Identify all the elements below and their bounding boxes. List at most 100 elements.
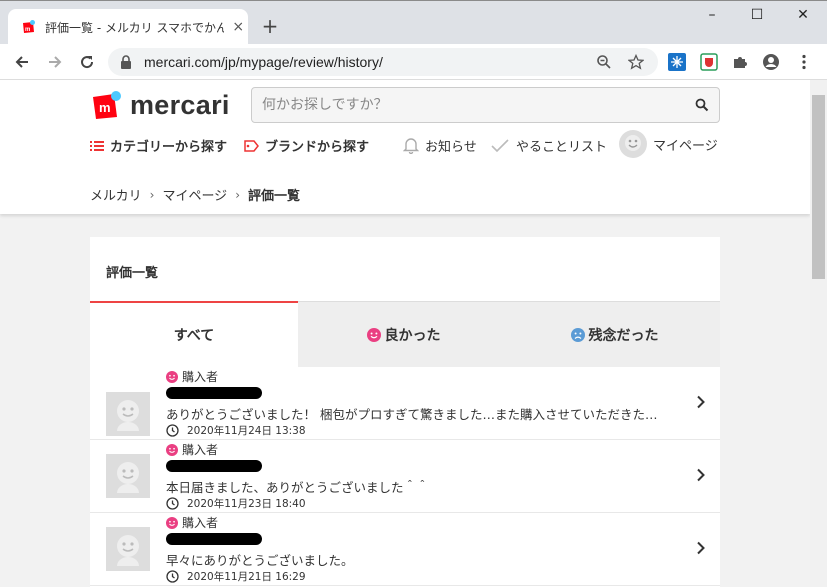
search-box[interactable] [251,87,720,123]
breadcrumb: メルカリ › マイページ › 評価一覧 [90,185,301,205]
notifications-label: お知らせ [425,140,477,155]
list-icon [90,140,104,152]
todo-link[interactable]: やることリスト [490,136,607,155]
tab-bad-label: 残念だった [588,327,659,344]
default-avatar-icon [117,535,139,566]
close-window-button[interactable]: ✕ [791,7,815,27]
browser-titlebar: m 評価一覧 - メルカリ スマホでかんたん フリマアプリ × + – ☐ ✕ [0,0,827,45]
forward-button[interactable] [44,51,66,73]
default-avatar-icon [117,462,139,493]
category-link[interactable]: カテゴリーから探す [90,136,227,155]
date-text: 2020年11月23日 18:40 [187,498,306,510]
smile-face-icon [166,370,178,383]
close-tab-icon[interactable]: × [228,19,248,35]
breadcrumb-current: 評価一覧 [248,189,301,204]
review-row[interactable]: 購入者 早々にありがとうございました。 2020年11月21日 16:29 [90,513,720,586]
minimize-button[interactable]: – [700,7,724,27]
tab-title: 評価一覧 - メルカリ スマホでかんたん フリマアプリ [45,20,225,35]
maximize-button[interactable]: ☐ [745,7,769,27]
tab-good[interactable]: 良かった [298,301,509,367]
tab-all-label: すべて [173,328,215,344]
chevron-right-icon: › [235,187,240,202]
browser-tab[interactable]: m 評価一覧 - メルカリ スマホでかんたん フリマアプリ × [8,9,248,45]
redacted-username [166,533,262,545]
extensions-puzzle-icon[interactable] [731,53,749,71]
review-date: 2020年11月24日 13:38 [166,423,306,438]
clock-icon [166,497,179,510]
tab-all[interactable]: すべて [90,301,298,367]
role-label: 購入者 [182,443,219,457]
tab-bad[interactable]: 残念だった [509,301,720,367]
reviewer-avatar [106,454,150,498]
review-comment: 早々にありがとうございました。 [166,553,354,568]
todo-label: やることリスト [516,140,608,155]
role-badge: 購入者 [166,514,218,531]
page-viewport: m mercari カテゴリーから探す ブランドから探す お知らせ やることリス… [0,80,810,587]
extension-snowflake-icon[interactable] [668,53,686,71]
zoom-icon[interactable] [596,54,612,70]
redacted-username [166,387,262,399]
user-avatar-icon [619,130,647,158]
brand-link[interactable]: ブランドから探す [244,136,369,155]
review-tabs: すべて 良かった 残念だった [90,301,720,367]
review-comment: 本日届きました、ありがとうございました＾＾ [166,480,429,495]
chevron-right-icon[interactable] [694,468,708,482]
sad-face-icon [570,327,585,342]
mercari-logo[interactable]: m mercari [90,88,230,122]
mypage-link[interactable]: マイページ [619,130,718,158]
category-label: カテゴリーから探す [110,140,228,155]
lock-icon [121,55,131,69]
checkmark-icon [490,138,510,154]
profile-avatar-icon[interactable] [762,53,780,71]
reviewer-avatar [106,392,150,436]
role-badge: 購入者 [166,441,218,458]
reload-icon [81,56,94,69]
tag-icon [244,139,259,152]
url-text: mercari.com/jp/mypage/review/history/ [144,54,383,70]
redacted-username [166,460,262,472]
bell-icon [403,137,419,154]
notifications-link[interactable]: お知らせ [403,136,477,155]
chevron-right-icon[interactable] [694,541,708,555]
date-text: 2020年11月21日 16:29 [187,571,306,583]
search-input[interactable] [262,97,682,113]
smile-face-icon [166,516,178,529]
browser-menu-icon[interactable] [795,53,813,71]
bookmark-star-icon[interactable] [628,54,644,70]
clock-icon [166,570,179,583]
svg-text:m: m [99,100,111,115]
new-tab-button[interactable]: + [259,15,281,37]
review-row[interactable]: 購入者 本日届きました、ありがとうございました＾＾ 2020年11月23日 18… [90,440,720,513]
review-row[interactable]: 購入者 ありがとうございました！ 梱包がプロすぎて驚きました…また購入させていた… [90,367,720,440]
review-date: 2020年11月21日 16:29 [166,569,306,584]
scrollbar-thumb[interactable] [812,95,825,279]
default-avatar-icon [117,400,139,431]
extension-shield-icon[interactable] [700,53,718,71]
mypage-label: マイページ [653,138,718,154]
back-arrow-icon [15,56,28,68]
svg-text:m: m [25,27,30,33]
review-date: 2020年11月23日 18:40 [166,496,306,511]
chevron-right-icon: › [149,187,155,202]
logo-wordmark: mercari [130,89,230,120]
role-label: 購入者 [182,370,219,384]
address-bar[interactable]: mercari.com/jp/mypage/review/history/ [108,48,658,76]
brand-label: ブランドから探す [265,140,370,155]
smile-face-icon [366,327,381,342]
clock-icon [166,424,179,437]
tab-good-label: 良かった [384,327,441,344]
reviewer-avatar [106,527,150,571]
reload-button[interactable] [76,51,98,73]
breadcrumb-home[interactable]: メルカリ [90,185,142,204]
breadcrumb-mypage[interactable]: マイページ [162,185,227,204]
review-card: 評価一覧 すべて 良かった 残念だった 購入者 ありがとうございました！ 梱包が… [90,237,720,587]
browser-toolbar: mercari.com/jp/mypage/review/history/ [0,44,827,80]
back-button[interactable] [11,51,33,73]
chevron-right-icon[interactable] [694,395,708,409]
smile-face-icon [166,443,178,456]
search-icon[interactable] [695,98,709,112]
date-text: 2020年11月24日 13:38 [187,425,306,437]
site-header: m mercari カテゴリーから探す ブランドから探す お知らせ やることリス… [0,80,810,214]
review-comment: ありがとうございました！ 梱包がプロすぎて驚きました…また購入させていただきた… [166,407,658,422]
role-label: 購入者 [182,516,219,530]
